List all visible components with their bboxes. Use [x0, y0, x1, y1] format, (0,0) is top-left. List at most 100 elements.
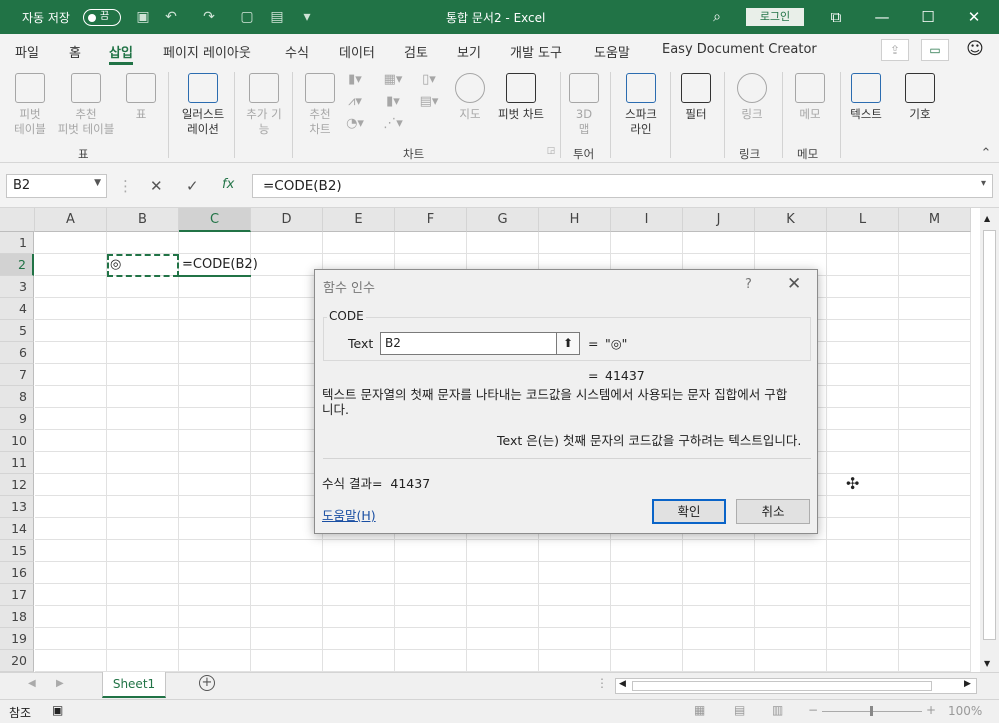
insert-function-icon[interactable]: fx — [222, 177, 234, 192]
column-header[interactable]: C — [179, 208, 251, 232]
horizontal-scrollbar[interactable]: ◀ ▶ — [615, 678, 977, 694]
addins-button[interactable]: 추가 기 능 — [240, 73, 288, 137]
tab-easy-document-creator[interactable]: Easy Document Creator — [662, 42, 817, 57]
redo-icon[interactable]: ↷ — [200, 8, 218, 26]
row-header[interactable]: 6 — [0, 342, 34, 364]
add-sheet-icon[interactable]: + — [199, 675, 215, 691]
column-header[interactable]: G — [467, 208, 539, 232]
column-chart-icon[interactable]: ▮▾ — [344, 72, 366, 88]
row-header[interactable]: 18 — [0, 606, 34, 628]
comment-button[interactable]: 메모 — [790, 73, 830, 122]
scroll-down-icon[interactable]: ▼ — [984, 659, 990, 668]
column-header[interactable]: D — [251, 208, 323, 232]
maps-button[interactable]: 지도 — [452, 73, 488, 122]
tab-developer[interactable]: 개발 도구 — [510, 42, 562, 61]
row-header[interactable]: 11 — [0, 452, 34, 474]
pivot-chart-button[interactable]: 피벗 차트 — [492, 73, 550, 122]
ok-button[interactable]: 확인 — [652, 499, 726, 524]
row-header[interactable]: 12 — [0, 474, 34, 496]
enter-icon[interactable]: ✓ — [186, 177, 199, 195]
tab-help[interactable]: 도움말 — [594, 42, 630, 61]
illustrations-button[interactable]: 일러스트 레이션 — [176, 73, 230, 137]
row-header[interactable]: 7 — [0, 364, 34, 386]
row-header[interactable]: 19 — [0, 628, 34, 650]
row-header[interactable]: 9 — [0, 408, 34, 430]
bar-chart-icon[interactable]: ▮▾ — [382, 94, 404, 110]
symbol-button[interactable]: 기호 — [900, 73, 940, 122]
text-button[interactable]: 텍스트 — [846, 73, 886, 122]
recommended-charts-button[interactable]: 추천 차트 — [300, 73, 340, 137]
3d-map-button[interactable]: 3D 맵 — [566, 73, 602, 137]
feedback-icon[interactable]: ☺ — [961, 39, 989, 61]
share-icon[interactable]: ⇪ — [881, 39, 909, 61]
ribbon-display-icon[interactable]: ⧉ — [826, 8, 846, 26]
sheet-tab-sheet1[interactable]: Sheet1 — [102, 672, 166, 698]
close-icon[interactable]: ✕ — [964, 8, 984, 26]
cancel-button[interactable]: 취소 — [736, 499, 810, 524]
zoom-level[interactable]: 100% — [948, 704, 982, 718]
column-header[interactable]: H — [539, 208, 611, 232]
tab-home[interactable]: 홈 — [69, 42, 81, 61]
row-header[interactable]: 1 — [0, 232, 34, 254]
close-icon[interactable]: ✕ — [787, 274, 801, 294]
scroll-thumb[interactable] — [983, 230, 996, 640]
vertical-scrollbar[interactable]: ▲ ▼ — [980, 208, 999, 672]
normal-view-icon[interactable]: ▦ — [694, 703, 705, 717]
expand-formula-icon[interactable]: ▾ — [981, 178, 986, 189]
column-header[interactable]: E — [323, 208, 395, 232]
undo-icon[interactable]: ↶ — [162, 8, 180, 26]
row-header[interactable]: 10 — [0, 430, 34, 452]
login-button[interactable]: 로그인 — [746, 8, 804, 26]
row-header[interactable]: 15 — [0, 540, 34, 562]
cell-c2[interactable]: =CODE(B2) — [182, 257, 258, 272]
tab-data[interactable]: 데이터 — [339, 42, 375, 61]
search-icon[interactable]: ⌕ — [708, 8, 726, 26]
collapse-ribbon-icon[interactable]: ⌃ — [975, 146, 997, 162]
hierarchy-chart-icon[interactable]: ▦▾ — [382, 72, 404, 88]
collapse-dialog-icon[interactable]: ⬆ — [556, 332, 580, 355]
pivot-table-button[interactable]: 피벗 테이블 — [8, 73, 52, 137]
zoom-out-icon[interactable]: − — [808, 703, 818, 717]
zoom-slider-thumb[interactable] — [870, 706, 873, 716]
scatter-chart-icon[interactable]: ⋰▾ — [382, 116, 404, 132]
scroll-up-icon[interactable]: ▲ — [984, 214, 990, 223]
zoom-in-icon[interactable]: + — [926, 703, 936, 717]
row-header[interactable]: 5 — [0, 320, 34, 342]
row-header[interactable]: 4 — [0, 298, 34, 320]
pie-chart-icon[interactable]: ◔▾ — [344, 116, 366, 132]
row-header[interactable]: 3 — [0, 276, 34, 298]
text-argument-input[interactable]: B2 — [380, 332, 580, 355]
help-link[interactable]: 도움말(H) — [322, 505, 376, 524]
row-header[interactable]: 20 — [0, 650, 34, 672]
tab-file[interactable]: 파일 — [15, 42, 39, 61]
h-scroll-thumb[interactable] — [632, 681, 932, 691]
row-header[interactable]: 16 — [0, 562, 34, 584]
name-box[interactable]: B2 ▼ — [6, 174, 107, 198]
layout-icon[interactable]: ▤ — [268, 8, 286, 26]
column-header[interactable]: B — [107, 208, 179, 232]
line-chart-icon[interactable]: ⩘▾ — [344, 94, 366, 110]
formula-input[interactable]: =CODE(B2) ▾ — [252, 174, 993, 198]
tab-page-layout[interactable]: 페이지 레이아웃 — [163, 42, 251, 61]
tab-splitter-icon[interactable]: ⋮ — [596, 676, 608, 690]
next-sheet-icon[interactable]: ▶ — [56, 678, 64, 689]
row-header[interactable]: 8 — [0, 386, 34, 408]
row-header[interactable]: 2 — [0, 254, 34, 276]
filter-button[interactable]: 필터 — [676, 73, 716, 122]
tab-view[interactable]: 보기 — [457, 42, 481, 61]
table-button[interactable]: 표 — [124, 73, 158, 122]
select-all-corner[interactable] — [0, 208, 35, 232]
column-header[interactable]: J — [683, 208, 755, 232]
help-icon[interactable]: ? — [745, 277, 752, 292]
sparklines-button[interactable]: 스파크 라인 — [616, 73, 666, 137]
column-header[interactable]: K — [755, 208, 827, 232]
page-layout-view-icon[interactable]: ▤ — [734, 703, 745, 717]
tab-review[interactable]: 검토 — [404, 42, 428, 61]
scroll-right-icon[interactable]: ▶ — [964, 679, 971, 689]
recommended-pivot-button[interactable]: 추천 피벗 테이블 — [52, 73, 120, 137]
cancel-icon[interactable]: ✕ — [150, 177, 163, 195]
comments-icon[interactable]: ▭ — [921, 39, 949, 61]
link-button[interactable]: 링크 — [732, 73, 772, 122]
row-header[interactable]: 17 — [0, 584, 34, 606]
macro-record-icon[interactable]: ▣ — [52, 703, 63, 717]
